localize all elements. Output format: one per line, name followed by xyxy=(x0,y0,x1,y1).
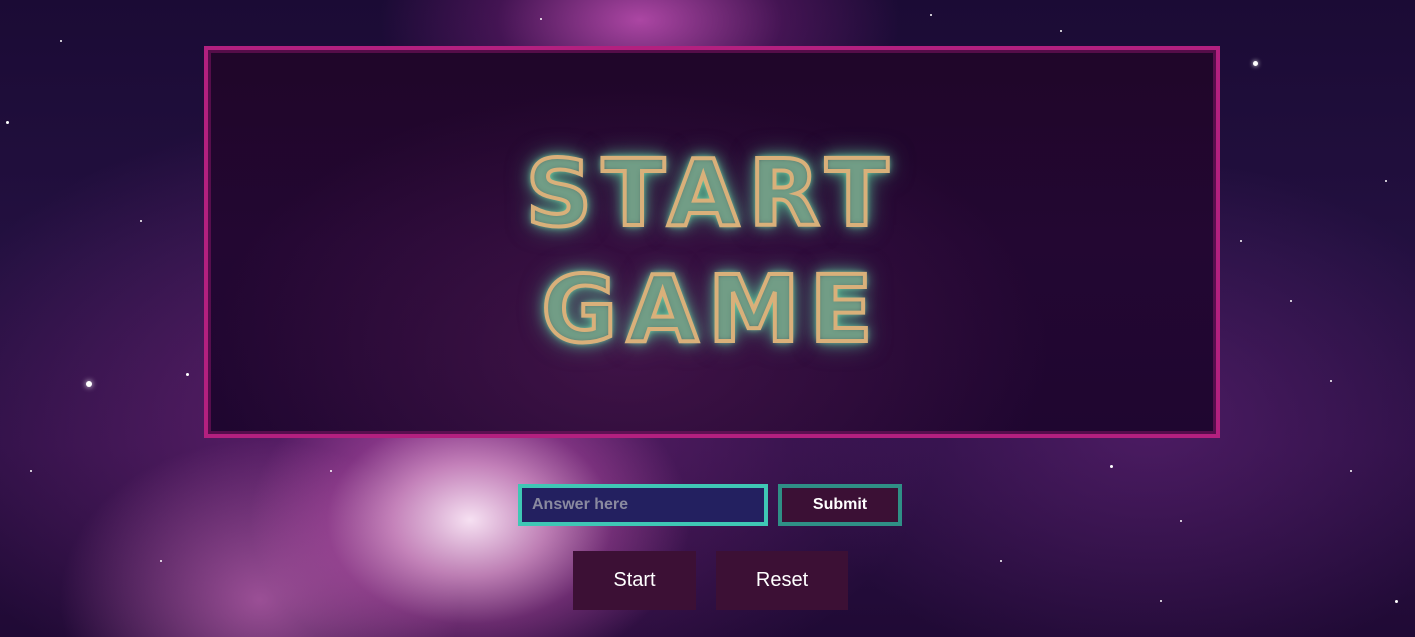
star xyxy=(1395,600,1398,603)
star xyxy=(30,470,32,472)
answer-input[interactable] xyxy=(518,484,768,526)
star xyxy=(1160,600,1162,602)
star xyxy=(930,14,932,16)
star xyxy=(1240,240,1242,242)
star xyxy=(1350,470,1352,472)
star xyxy=(1290,300,1292,302)
banner-title-game: GAME xyxy=(539,254,883,365)
star xyxy=(186,373,189,376)
star xyxy=(1000,560,1002,562)
star xyxy=(6,121,9,124)
submit-button[interactable]: Submit xyxy=(778,484,902,526)
start-game-banner: START GAME xyxy=(204,46,1220,438)
star xyxy=(140,220,142,222)
reset-button[interactable]: Reset xyxy=(716,551,848,610)
star xyxy=(540,18,542,20)
star xyxy=(1253,61,1258,66)
star xyxy=(1330,380,1332,382)
star xyxy=(1060,30,1062,32)
star xyxy=(330,470,332,472)
star xyxy=(160,560,162,562)
star xyxy=(86,381,92,387)
banner-title-start: START xyxy=(524,138,899,249)
star xyxy=(1110,465,1113,468)
start-button[interactable]: Start xyxy=(573,551,696,610)
star xyxy=(60,40,62,42)
star xyxy=(1180,520,1182,522)
star xyxy=(1385,180,1387,182)
